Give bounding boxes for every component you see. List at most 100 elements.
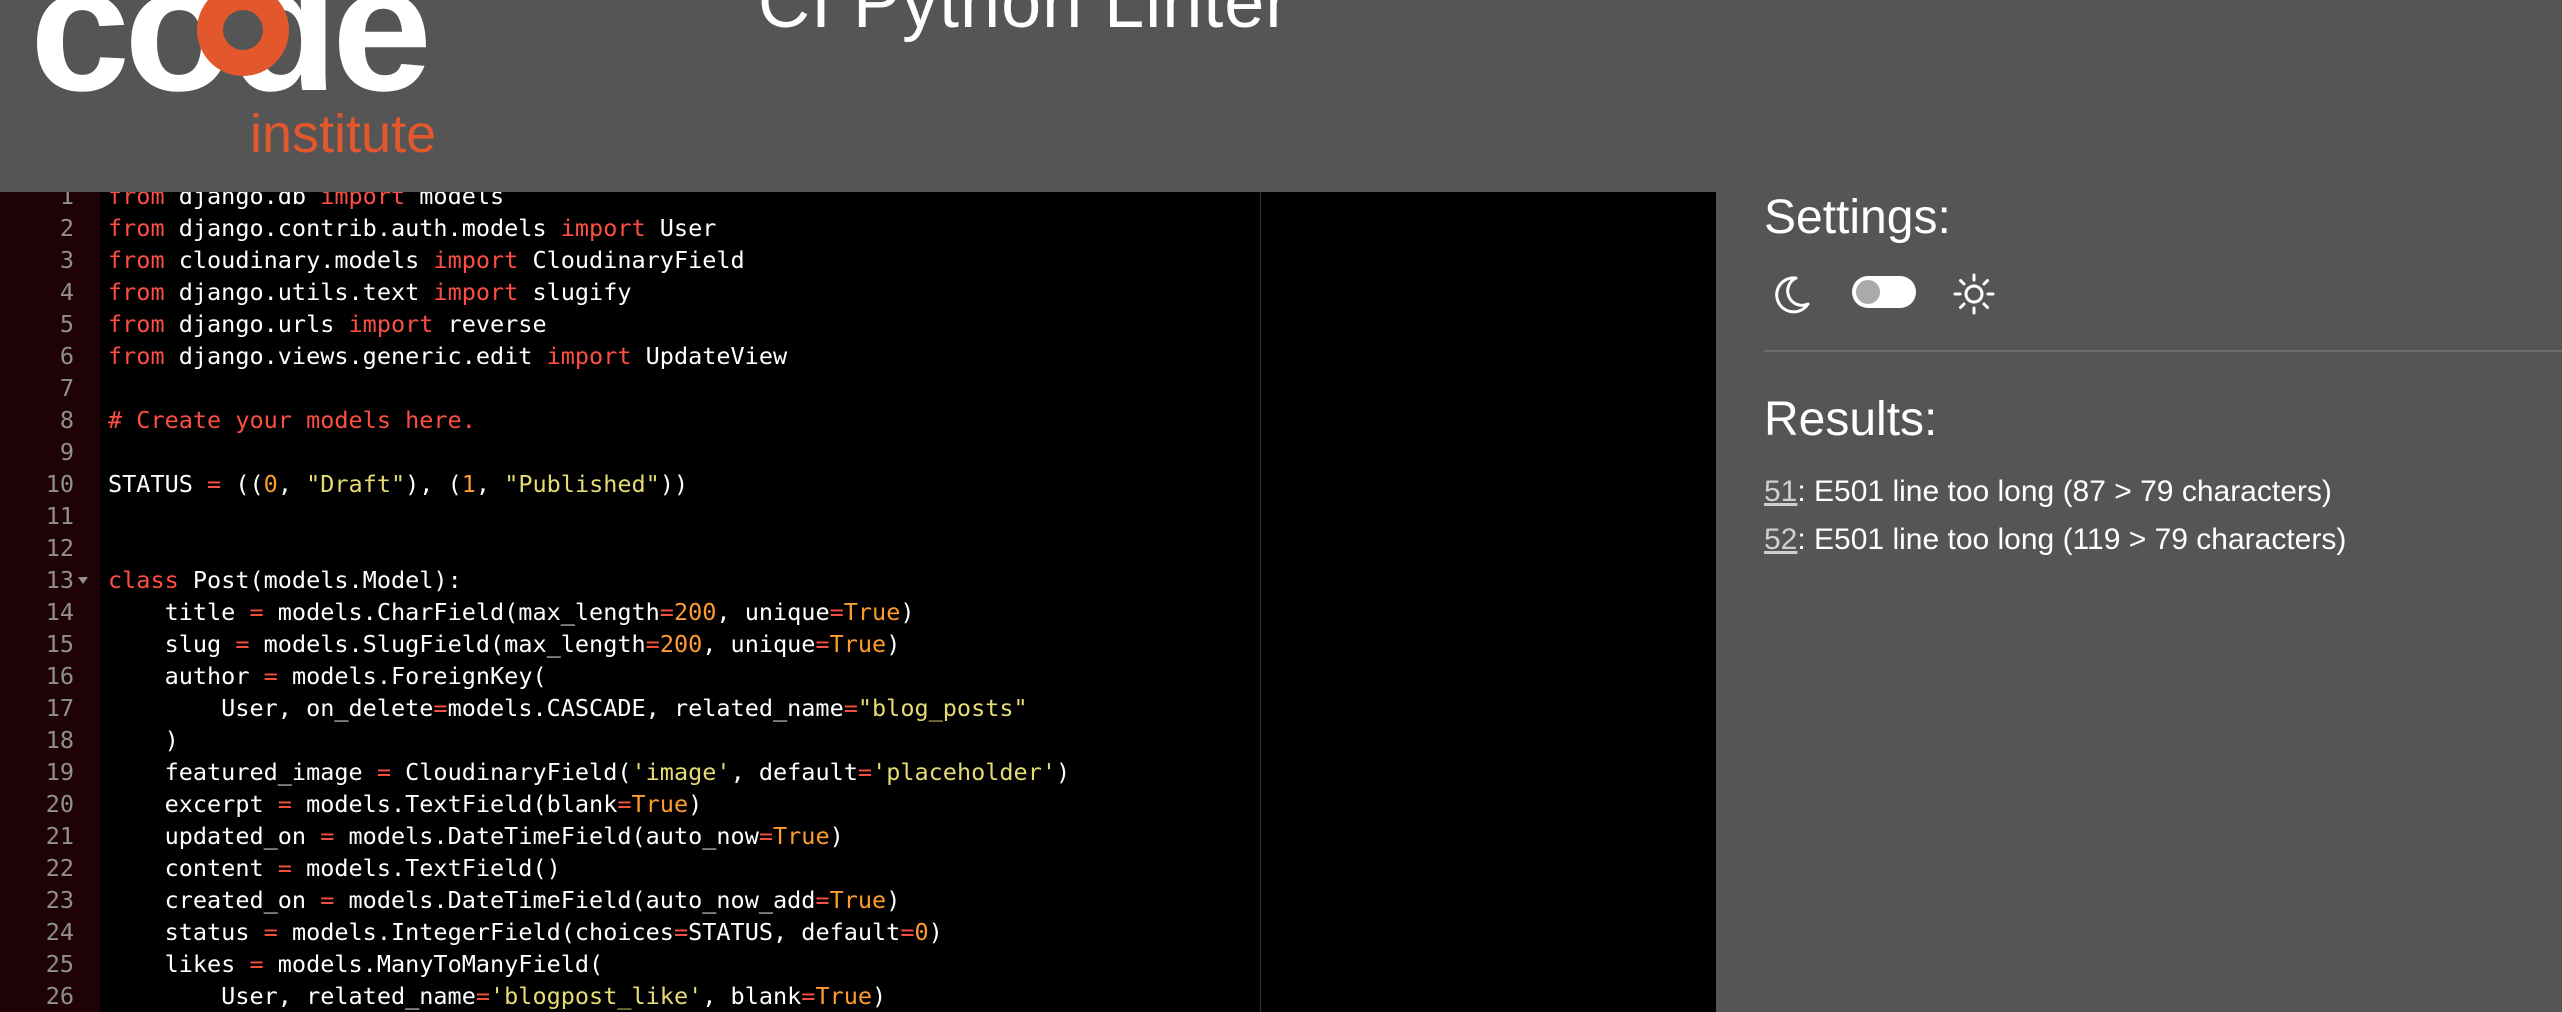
code-token: slugify (518, 278, 632, 306)
code-line[interactable]: 20 excerpt = models.TextField(blank=True… (0, 788, 1716, 820)
code-token: django.contrib.auth.models (164, 214, 561, 242)
code-line[interactable]: 5 from django.urls import reverse (0, 308, 1716, 340)
code-token: = (249, 950, 264, 978)
line-number: 24 (45, 918, 74, 946)
settings-heading: Settings: (1764, 191, 1951, 244)
code-text: slug = models.SlugField(max_length=200, … (108, 628, 901, 660)
code-token: import (433, 246, 519, 274)
code-token: django.utils.text (164, 278, 434, 306)
code-line[interactable]: 18 ) (0, 724, 1716, 756)
line-number: 15 (45, 630, 74, 658)
code-text: from django.db import models (108, 192, 504, 212)
code-text: created_on = models.DateTimeField(auto_n… (108, 884, 901, 916)
code-text: excerpt = models.TextField(blank=True) (108, 788, 703, 820)
code-line[interactable]: 11 (0, 500, 1716, 532)
code-line[interactable]: 8 # Create your models here. (0, 404, 1716, 436)
code-token: , (277, 470, 307, 498)
code-token: from (108, 192, 165, 210)
code-token: STATUS (108, 470, 208, 498)
code-line[interactable]: 1 from django.db import models (0, 192, 1716, 212)
code-line[interactable]: 2 from django.contrib.auth.models import … (0, 212, 1716, 244)
code-token: 0 (914, 918, 929, 946)
logo-orange-o-hole (223, 10, 263, 50)
code-token: = (475, 982, 491, 1010)
code-token: models.CharField(max_length (263, 598, 660, 626)
fold-arrow-icon[interactable] (78, 577, 88, 584)
code-token: = (659, 598, 674, 626)
code-token: 0 (263, 470, 278, 498)
code-line[interactable]: 7 (0, 372, 1716, 404)
code-line[interactable]: 22 content = models.TextField() (0, 852, 1716, 884)
line-number: 25 (45, 950, 74, 978)
code-line[interactable]: 4 from django.utils.text import slugify (0, 276, 1716, 308)
result-line-link[interactable]: 52 (1764, 523, 1797, 556)
code-editor[interactable]: 1 from django.db import models 2 from djang… (0, 192, 1716, 1012)
sun-icon (1953, 273, 1995, 315)
code-token: reverse (433, 310, 547, 338)
line-number: 16 (45, 662, 74, 690)
result-line-link[interactable]: 51 (1764, 475, 1797, 508)
code-token: (( (221, 470, 264, 498)
code-token: from (108, 246, 165, 274)
toggle-knob (1856, 280, 1880, 304)
code-token: CloudinaryField (518, 246, 745, 274)
moon-icon (1775, 276, 1810, 314)
line-number: 21 (45, 822, 74, 850)
code-token: import (320, 192, 406, 210)
code-text: User, on_delete=models.CASCADE, related_… (108, 692, 1028, 724)
code-line[interactable]: 17 User, on_delete=models.CASCADE, relat… (0, 692, 1716, 724)
code-line[interactable]: 6 from django.views.generic.edit import U… (0, 340, 1716, 372)
code-token: slug (108, 630, 236, 658)
code-token: models.DateTimeField(auto_now_add (334, 886, 816, 914)
code-text: ) (108, 724, 179, 756)
code-line[interactable]: 21 updated_on = models.DateTimeField(aut… (0, 820, 1716, 852)
line-number: 11 (45, 502, 74, 530)
code-token: 'placeholder' (872, 758, 1056, 786)
code-line[interactable]: 23 created_on = models.DateTimeField(aut… (0, 884, 1716, 916)
theme-toggle-switch[interactable] (1852, 276, 1916, 308)
code-line[interactable]: 16 author = models.ForeignKey( (0, 660, 1716, 692)
code-token: # Create your models here. (108, 406, 476, 434)
code-line[interactable]: 19 featured_image = CloudinaryField('ima… (0, 756, 1716, 788)
code-line[interactable]: 10 STATUS = ((0, "Draft"), (1, "Published… (0, 468, 1716, 500)
code-token: from (108, 214, 165, 242)
code-token: status (108, 918, 264, 946)
code-token: User, related_name (108, 982, 476, 1010)
code-token: , blank (702, 982, 802, 1010)
code-line[interactable]: 15 slug = models.SlugField(max_length=20… (0, 628, 1716, 660)
code-token: = (617, 790, 632, 818)
code-token: featured_image (108, 758, 377, 786)
line-number: 18 (45, 726, 74, 754)
code-token: = (829, 598, 844, 626)
code-token: , (475, 470, 505, 498)
code-token: Post(models.Model): (178, 566, 462, 594)
settings-divider (1764, 350, 2562, 352)
line-number: 20 (45, 790, 74, 818)
code-line[interactable]: 24 status = models.IntegerField(choices=… (0, 916, 1716, 948)
code-line[interactable]: 26 User, related_name='blogpost_like', b… (0, 980, 1716, 1012)
code-line[interactable]: 12 (0, 532, 1716, 564)
code-token: = (433, 694, 448, 722)
header: code institute CI Python Linter (0, 0, 2562, 192)
code-token: content (108, 854, 278, 882)
line-number: 2 (59, 214, 74, 242)
code-token: ) (1056, 758, 1071, 786)
line-number: 22 (45, 854, 74, 882)
code-token: ) (829, 822, 844, 850)
line-number: 7 (59, 374, 74, 402)
line-number: 17 (45, 694, 74, 722)
code-line[interactable]: 14 title = models.CharField(max_length=2… (0, 596, 1716, 628)
code-token: class (108, 566, 179, 594)
code-line[interactable]: 13 class Post(models.Model): (0, 564, 1716, 596)
code-token: = (320, 886, 335, 914)
code-line[interactable]: 25 likes = models.ManyToManyField( (0, 948, 1716, 980)
code-token: updated_on (108, 822, 321, 850)
code-line[interactable]: 9 (0, 436, 1716, 468)
code-institute-logo[interactable]: code institute (30, 0, 490, 160)
code-token: "Draft" (306, 470, 406, 498)
code-token: User (645, 214, 717, 242)
line-number: 6 (59, 342, 74, 370)
code-line[interactable]: 3 from cloudinary.models import Cloudinar… (0, 244, 1716, 276)
code-token: ) (688, 790, 703, 818)
code-token: )) (659, 470, 689, 498)
